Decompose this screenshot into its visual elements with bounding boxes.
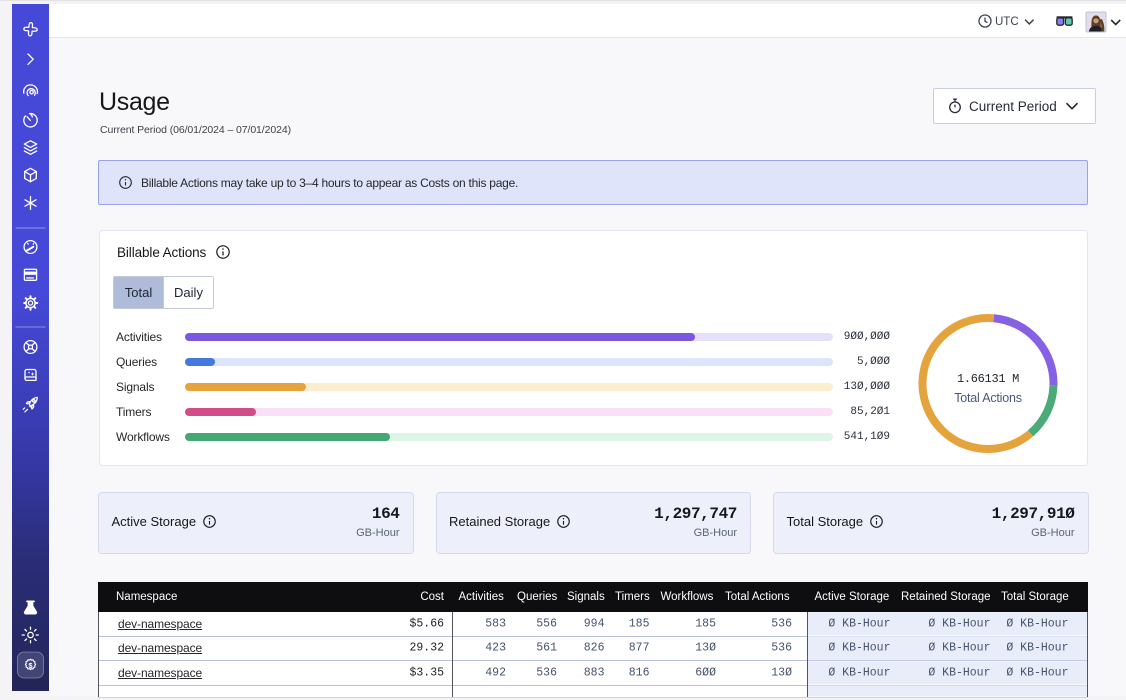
svg-text:UTC: UTC (995, 16, 1019, 28)
